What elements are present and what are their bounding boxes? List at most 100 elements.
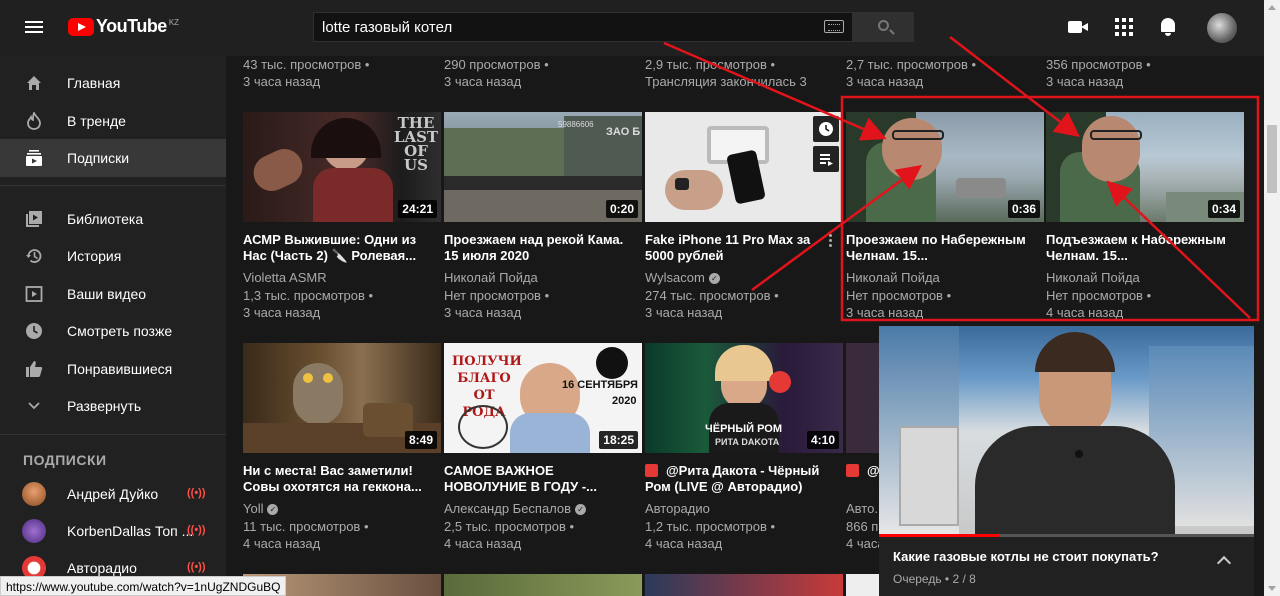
- channel-name[interactable]: Авторадио: [645, 501, 710, 516]
- miniplayer[interactable]: Какие газовые котлы не стоит покупать? О…: [879, 326, 1254, 596]
- sidebar-item-label: Ваши видео: [67, 286, 147, 302]
- history-icon: [24, 246, 44, 266]
- video-title[interactable]: Проезжаем по Набережным Челнам. 15...: [846, 232, 1036, 264]
- sidebar-item-subscriptions[interactable]: Подписки: [0, 139, 226, 177]
- youtube-logo[interactable]: YouTube KZ: [68, 16, 179, 37]
- sidebar-item-history[interactable]: История: [0, 237, 226, 275]
- video-duration: 24:21: [398, 200, 437, 218]
- sidebar-item-your-videos[interactable]: Ваши видео: [0, 275, 226, 313]
- video-thumbnail[interactable]: [645, 112, 843, 222]
- video-thumbnail[interactable]: [645, 574, 843, 596]
- scrollbar-thumb[interactable]: [1267, 125, 1277, 193]
- subscription-item[interactable]: Андрей Дуйко ((•)): [0, 476, 226, 512]
- video-duration: 0:34: [1207, 200, 1240, 218]
- subscription-item[interactable]: KorbenDallas Топ ... ((•)): [0, 513, 226, 549]
- video-title[interactable]: Подъезжаем к Набережным Челнам. 15...: [1046, 232, 1236, 264]
- sidebar-item-liked[interactable]: Понравившиеся: [0, 350, 226, 388]
- miniplayer-video[interactable]: [879, 326, 1254, 537]
- apps-grid-icon[interactable]: [1113, 16, 1135, 38]
- search-icon: [878, 20, 889, 31]
- sidebar-item-expand[interactable]: Развернуть: [0, 387, 226, 425]
- channel-avatar: [22, 519, 46, 543]
- video-meta: 290 просмотров • 3 часа назад: [444, 57, 549, 89]
- library-icon: [24, 209, 44, 229]
- page-scrollbar[interactable]: [1264, 0, 1280, 596]
- thumbnail-text: THE LAST OF US: [393, 114, 439, 174]
- live-icon: ((•)): [187, 561, 206, 573]
- video-age: 4 часа назад: [243, 536, 321, 551]
- video-age: 4 часа назад: [1046, 305, 1124, 320]
- video-title[interactable]: Ни с места! Вас заметили! Совы охотятся …: [243, 463, 433, 495]
- account-avatar[interactable]: [1207, 13, 1237, 43]
- youtube-play-icon: [68, 17, 94, 36]
- video-title[interactable]: Fake iPhone 11 Pro Max за 5000 рублей: [645, 232, 815, 264]
- video-title[interactable]: САМОЕ ВАЖНОЕ НОВОЛУНИЕ В ГОДУ -...: [444, 463, 634, 495]
- video-views: 2,5 тыс. просмотров •: [444, 519, 575, 534]
- sidebar-item-label: Библиотека: [67, 211, 144, 227]
- home-icon: [24, 73, 44, 93]
- thumbnail-text: БЛАГО ОТ: [457, 371, 511, 403]
- channel-name[interactable]: Николай Пойда: [846, 270, 940, 285]
- channel-name[interactable]: Wylsacom ✓: [645, 270, 720, 285]
- video-title[interactable]: Проезжаем над рекой Кама. 15 июля 2020: [444, 232, 634, 264]
- video-thumbnail[interactable]: [444, 574, 642, 596]
- channel-name[interactable]: Yoll ✓: [243, 501, 279, 516]
- video-age: 4 часа назад: [444, 536, 522, 551]
- channel-name[interactable]: Николай Пойда: [444, 270, 538, 285]
- video-thumbnail[interactable]: 0:34: [1046, 112, 1244, 222]
- video-thumbnail[interactable]: THE LAST OF US 24:21: [243, 112, 441, 222]
- keyboard-icon[interactable]: [824, 20, 844, 33]
- channel-name[interactable]: Александр Беспалов ✓: [444, 501, 587, 516]
- scroll-up-arrow-icon[interactable]: [1268, 5, 1276, 10]
- video-age: 3 часа назад: [444, 305, 522, 320]
- video-title[interactable]: @Рита Дакота - Чёрный Ром (LIVE @ Автора…: [645, 463, 835, 495]
- sidebar-item-watch-later[interactable]: Смотреть позже: [0, 312, 226, 350]
- sidebar-item-label: Смотреть позже: [67, 323, 173, 339]
- sidebar: Главная В тренде Подписки Библиотека Ист…: [0, 56, 226, 596]
- chevron-down-icon: [24, 396, 44, 416]
- sidebar-item-library[interactable]: Библиотека: [0, 200, 226, 238]
- thumbnail-text: 16 СЕНТЯБРЯ: [562, 379, 638, 391]
- create-video-icon[interactable]: [1067, 16, 1089, 38]
- thumbnail-text: ПОЛУЧИ: [452, 354, 522, 369]
- more-actions-icon[interactable]: [829, 234, 833, 250]
- sidebar-item-trending[interactable]: В тренде: [0, 102, 226, 140]
- video-thumbnail[interactable]: 59886606 ЗАО Б 0:20: [444, 112, 642, 222]
- miniplayer-progress-bar[interactable]: [879, 534, 1254, 537]
- video-thumbnail[interactable]: ЧЁРНЫЙ РОМ РИТА DAKOTA 4:10: [645, 343, 843, 453]
- country-code: KZ: [168, 18, 180, 27]
- sidebar-item-label: Подписки: [67, 150, 130, 166]
- search-input[interactable]: lotte газовый котел: [313, 12, 853, 42]
- video-views: 1,3 тыс. просмотров •: [243, 288, 374, 303]
- subscription-name: Андрей Дуйко: [67, 486, 159, 502]
- chevron-up-icon[interactable]: [1216, 555, 1232, 571]
- menu-icon[interactable]: [22, 18, 46, 38]
- thumbnail-text: ЗАО Б: [606, 126, 641, 138]
- sidebar-item-label: Главная: [67, 75, 121, 91]
- thumbnail-text: ЧЁРНЫЙ РОМ: [705, 423, 783, 435]
- notifications-bell-icon[interactable]: [1157, 16, 1179, 38]
- sidebar-item-label: Развернуть: [67, 398, 142, 414]
- scroll-down-arrow-icon[interactable]: [1268, 586, 1276, 591]
- miniplayer-title[interactable]: Какие газовые котлы не стоит покупать?: [893, 549, 1159, 564]
- video-views: Нет просмотров •: [1046, 288, 1152, 303]
- add-to-queue-icon[interactable]: [813, 146, 839, 172]
- watch-later-icon[interactable]: [813, 116, 839, 142]
- search-button[interactable]: [852, 12, 914, 42]
- video-thumbnail[interactable]: [846, 574, 880, 596]
- channel-name[interactable]: Violetta ASMR: [243, 270, 327, 285]
- video-thumbnail[interactable]: 8:49: [243, 343, 441, 453]
- channel-name[interactable]: Николай Пойда: [1046, 270, 1140, 285]
- subscriptions-icon: [24, 148, 44, 168]
- video-duration: 0:36: [1007, 200, 1040, 218]
- video-meta: 356 просмотров • 3 часа назад: [1046, 57, 1151, 89]
- flame-icon: [24, 111, 44, 131]
- video-duration: 4:10: [806, 431, 839, 449]
- video-thumbnail[interactable]: ПОЛУЧИ БЛАГО ОТ РОДА 16 СЕНТЯБРЯ 2020 18…: [444, 343, 642, 453]
- video-thumbnail[interactable]: 0:36: [846, 112, 1044, 222]
- sidebar-divider: [0, 434, 226, 435]
- play-square-icon: [24, 284, 44, 304]
- sidebar-item-home[interactable]: Главная: [0, 64, 226, 102]
- video-title[interactable]: АСМР Выжившие: Одни из Нас (Часть 2) 🔪 Р…: [243, 232, 433, 264]
- thumb-up-icon: [24, 359, 44, 379]
